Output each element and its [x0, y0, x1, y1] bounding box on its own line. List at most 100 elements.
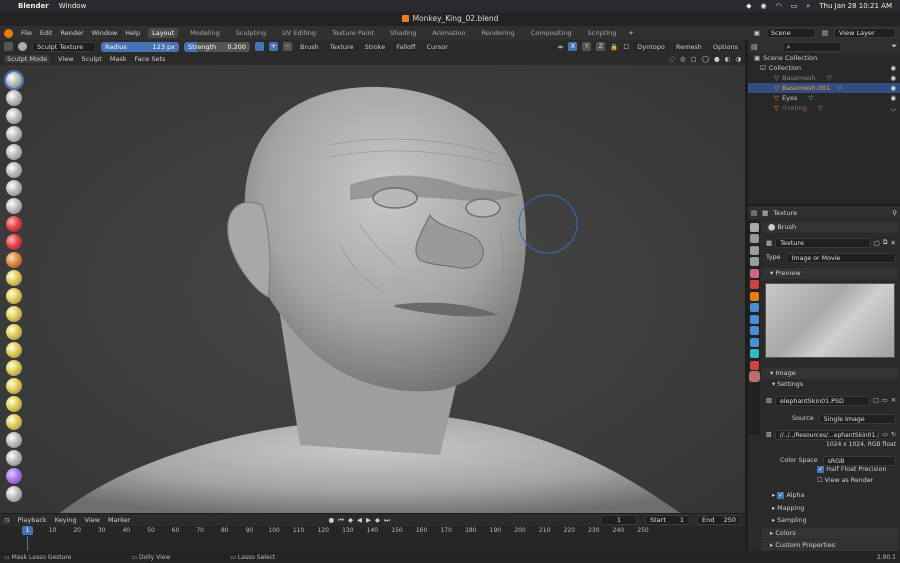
physics-tab-icon[interactable] [749, 326, 759, 335]
filter-icon[interactable]: ⏷ [891, 42, 897, 51]
axis-y-button[interactable]: Y [582, 42, 592, 51]
radius-slider[interactable]: Radius 123 px [101, 41, 179, 52]
menu-remesh[interactable]: Remesh [672, 42, 705, 51]
custom-properties-panel-header[interactable]: ▸ Custom Properties [762, 540, 898, 551]
lock-icon[interactable]: 🔒 [610, 43, 618, 51]
view-as-render-row[interactable]: ☐ View as Render [817, 477, 873, 484]
search-icon[interactable]: ⌕ [806, 2, 810, 11]
tool-elastic-deform-icon[interactable] [6, 360, 22, 376]
menu-help[interactable]: Help [125, 29, 140, 37]
shading-render-icon[interactable]: ◑ [735, 55, 741, 63]
visibility-icon[interactable]: ◌ [669, 55, 675, 63]
end-frame-field[interactable]: End 250 [697, 515, 741, 525]
current-frame-indicator[interactable]: 1 [22, 526, 33, 535]
pin-icon[interactable]: ⚲ [892, 209, 897, 217]
prev-keyframe-icon[interactable]: ◆ [348, 516, 353, 525]
half-float-row[interactable]: ✓ Half Float Precision [817, 466, 887, 473]
start-frame-field[interactable]: Start 1 [645, 515, 689, 525]
scene-tab-icon[interactable] [749, 268, 759, 278]
menu-edit[interactable]: Edit [40, 29, 53, 37]
tab-animation[interactable]: Animation [428, 28, 469, 38]
tab-shading[interactable]: Shading [386, 28, 420, 38]
duplicate-icon[interactable]: ⧉ [883, 238, 888, 247]
shading-wire-icon[interactable]: ◯ [702, 55, 709, 63]
tool-rotate-icon[interactable] [6, 450, 22, 466]
constraints-tab-icon[interactable] [749, 337, 759, 347]
output-tab-icon[interactable] [749, 245, 759, 255]
tab-layout[interactable]: Layout [148, 28, 179, 38]
tool-fill-icon[interactable] [6, 270, 22, 286]
tool-multiplane-scrape-icon[interactable] [6, 306, 22, 322]
tool-draw-icon[interactable] [4, 70, 24, 90]
strength-slider[interactable]: Strength 0.200 [184, 41, 250, 52]
object-tab-icon[interactable] [749, 291, 759, 301]
texture-context-dropdown[interactable]: ⬤ Brush [762, 222, 898, 233]
unlink-icon[interactable]: ✕ [891, 397, 896, 404]
tool-mask-icon[interactable] [6, 486, 22, 502]
view-layer-field[interactable]: View Layer [834, 28, 896, 38]
texture-name-field[interactable]: Texture [775, 237, 871, 248]
tool-crease-icon[interactable] [6, 216, 22, 232]
render-tab-icon[interactable] [749, 234, 759, 243]
view-layer-icon[interactable]: ▤ [822, 29, 828, 37]
tab-scripting[interactable]: Scripting [584, 28, 621, 38]
menu-cursor[interactable]: Cursor [423, 42, 451, 51]
view-layer-tab-icon[interactable] [749, 257, 759, 266]
menu-playback[interactable]: Playback [18, 516, 47, 524]
alpha-checkbox[interactable]: ✓ [777, 492, 785, 499]
filepath-field[interactable]: //../../Resources/...ephantSkin01.PSD [774, 429, 880, 440]
scene-field[interactable]: Scene [765, 28, 816, 38]
mac-app-name[interactable]: Blender [18, 2, 49, 10]
brush-name-field[interactable]: Sculpt Texture [32, 41, 96, 52]
axis-z-button[interactable]: Z [596, 42, 606, 51]
menu-face-sets[interactable]: Face Sets [135, 55, 166, 63]
menu-view[interactable]: View [58, 55, 73, 63]
tool-cloth-icon[interactable] [6, 468, 22, 484]
tool-clay-strips-icon[interactable] [6, 126, 22, 142]
image-name-field[interactable]: elephantSkin01.PSD [774, 395, 870, 406]
menu-render[interactable]: Render [60, 29, 83, 37]
fake-user-icon[interactable]: ▢ [873, 397, 879, 404]
3d-viewport[interactable] [0, 65, 745, 513]
menu-timeline-view[interactable]: View [85, 516, 100, 524]
current-frame-field[interactable]: 1 [601, 515, 637, 525]
dyntopo-checkbox[interactable]: ☐ [623, 43, 629, 51]
menu-sculpt[interactable]: Sculpt [82, 55, 102, 63]
texture-browse-icon[interactable]: ▦ [766, 239, 772, 247]
tool-tab-icon[interactable] [749, 222, 759, 232]
material-tab-icon[interactable] [749, 360, 759, 370]
tool-clay-thumb-icon[interactable] [6, 144, 22, 160]
jump-start-icon[interactable]: ⏮ [338, 516, 344, 525]
preview-panel-header[interactable]: ▾ Preview [762, 268, 898, 279]
overlay-icon[interactable]: ◎ [680, 55, 686, 63]
tool-flatten-icon[interactable] [6, 252, 22, 268]
eye-icon[interactable]: ◉ [890, 83, 896, 93]
direction-subtract-button[interactable]: − [283, 42, 292, 51]
mac-menu-window[interactable]: Window [59, 2, 87, 10]
eye-icon[interactable]: ◉ [890, 93, 896, 103]
tool-inflate-icon[interactable] [6, 180, 22, 196]
timeline-ruler[interactable]: 1 10 20 30 40 50 60 70 80 90 100 110 120 130 140 150 16… [0, 526, 745, 536]
tool-clay-icon[interactable] [6, 108, 22, 124]
mapping-subpanel[interactable]: ▸ Mapping [772, 505, 804, 512]
dropbox-icon[interactable]: ◆ [746, 2, 751, 10]
texture-tab-icon[interactable] [748, 371, 760, 382]
color-space-dropdown[interactable]: sRGB [822, 455, 896, 466]
menu-falloff[interactable]: Falloff [393, 42, 419, 51]
tool-draw-sharp-icon[interactable] [6, 90, 22, 106]
outliner-search-input[interactable]: ⌕ [781, 41, 842, 52]
menu-marker[interactable]: Marker [108, 516, 130, 524]
fake-user-icon[interactable]: ▢ [874, 239, 880, 247]
image-panel-header[interactable]: ▾ Image [762, 368, 898, 379]
menu-options[interactable]: Options [709, 42, 741, 51]
sampling-subpanel[interactable]: ▸ Sampling [772, 517, 807, 524]
eye-hidden-icon[interactable]: ◡ [890, 103, 896, 113]
outliner-item-eyes[interactable]: ▽ Eyes ▽ ◉ [748, 93, 900, 103]
tool-smooth-icon[interactable] [6, 234, 22, 250]
clock[interactable]: Thu Jan 28 10:21 AM [819, 2, 892, 10]
eye-icon[interactable]: ◉ [890, 63, 896, 73]
tab-texture-paint[interactable]: Texture Paint [328, 28, 378, 38]
tool-nudge-icon[interactable] [6, 432, 22, 448]
colors-panel-header[interactable]: ▸ Colors [762, 528, 898, 539]
pressure-icon[interactable] [255, 42, 264, 51]
